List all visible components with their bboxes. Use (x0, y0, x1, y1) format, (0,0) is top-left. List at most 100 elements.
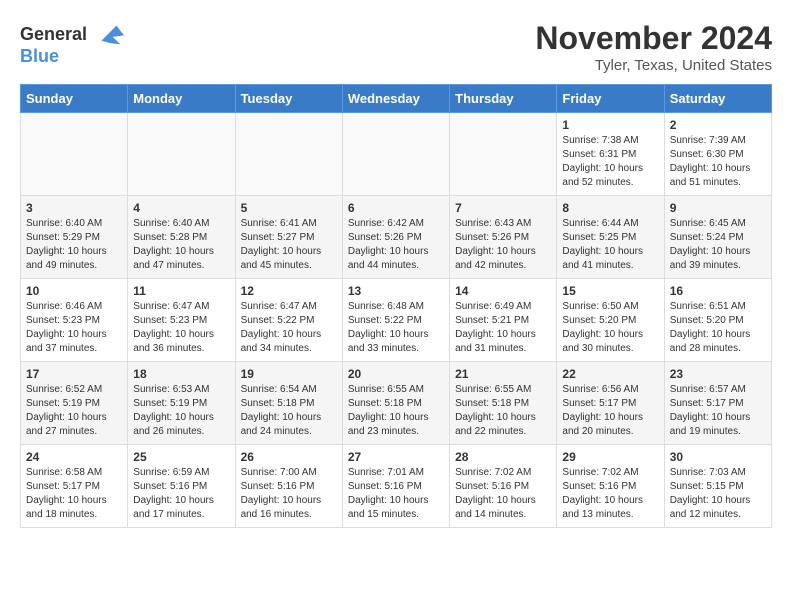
calendar-day-4: 4 Sunrise: 6:40 AM Sunset: 5:28 PM Daylig… (128, 196, 235, 279)
day-info: Sunrise: 6:55 AM Sunset: 5:18 PM Dayligh… (348, 383, 444, 439)
logo: General Blue (20, 20, 124, 67)
calendar-day-27: 27 Sunrise: 7:01 AM Sunset: 5:16 PM Dayli… (342, 445, 449, 528)
day-number: 27 (348, 450, 444, 464)
day-info: Sunrise: 6:53 AM Sunset: 5:19 PM Dayligh… (133, 383, 229, 439)
calendar-week-row: 3 Sunrise: 6:40 AM Sunset: 5:29 PM Daylig… (21, 196, 772, 279)
day-number: 7 (455, 201, 551, 215)
day-info: Sunrise: 6:58 AM Sunset: 5:17 PM Dayligh… (26, 466, 122, 522)
day-number: 1 (562, 118, 658, 132)
day-number: 25 (133, 450, 229, 464)
day-number: 23 (670, 367, 766, 381)
calendar-week-row: 24 Sunrise: 6:58 AM Sunset: 5:17 PM Dayli… (21, 445, 772, 528)
day-number: 15 (562, 284, 658, 298)
calendar-day-11: 11Sunrise: 6:47 AM Sunset: 5:23 PM Dayli… (128, 279, 235, 362)
calendar-day-6: 6 Sunrise: 6:42 AM Sunset: 5:26 PM Daylig… (342, 196, 449, 279)
day-number: 24 (26, 450, 122, 464)
calendar-week-row: 10 Sunrise: 6:46 AM Sunset: 5:23 PM Dayli… (21, 279, 772, 362)
calendar-day-16: 16 Sunrise: 6:51 AM Sunset: 5:20 PM Dayli… (664, 279, 771, 362)
day-info: Sunrise: 6:50 AM Sunset: 5:20 PM Dayligh… (562, 300, 658, 356)
day-number: 3 (26, 201, 122, 215)
day-info: Sunrise: 6:49 AM Sunset: 5:21 PM Dayligh… (455, 300, 551, 356)
calendar-day-15: 15 Sunrise: 6:50 AM Sunset: 5:20 PM Dayli… (557, 279, 664, 362)
calendar-day-21: 21 Sunrise: 6:55 AM Sunset: 5:18 PM Dayli… (450, 362, 557, 445)
day-info: Sunrise: 7:38 AM Sunset: 6:31 PM Dayligh… (562, 134, 658, 190)
calendar-day-28: 28Sunrise: 7:02 AM Sunset: 5:16 PM Dayli… (450, 445, 557, 528)
calendar-day-10: 10 Sunrise: 6:46 AM Sunset: 5:23 PM Dayli… (21, 279, 128, 362)
calendar-day-13: 13 Sunrise: 6:48 AM Sunset: 5:22 PM Dayli… (342, 279, 449, 362)
day-info: Sunrise: 7:00 AM Sunset: 5:16 PM Dayligh… (241, 466, 337, 522)
day-number: 18 (133, 367, 229, 381)
column-header-sunday: Sunday (21, 85, 128, 113)
day-info: Sunrise: 6:44 AM Sunset: 5:25 PM Dayligh… (562, 217, 658, 273)
day-number: 28 (455, 450, 551, 464)
day-info: Sunrise: 6:42 AM Sunset: 5:26 PM Dayligh… (348, 217, 444, 273)
calendar-day-1: 1 Sunrise: 7:38 AM Sunset: 6:31 PM Daylig… (557, 113, 664, 196)
day-info: Sunrise: 6:47 AM Sunset: 5:22 PM Dayligh… (241, 300, 337, 356)
day-number: 21 (455, 367, 551, 381)
calendar-day-8: 8Sunrise: 6:44 AM Sunset: 5:25 PM Daylig… (557, 196, 664, 279)
title-area: November 2024 Tyler, Texas, United State… (535, 20, 772, 74)
day-number: 9 (670, 201, 766, 215)
calendar-day-18: 18 Sunrise: 6:53 AM Sunset: 5:19 PM Dayli… (128, 362, 235, 445)
calendar-day-20: 20 Sunrise: 6:55 AM Sunset: 5:18 PM Dayli… (342, 362, 449, 445)
day-info: Sunrise: 6:54 AM Sunset: 5:18 PM Dayligh… (241, 383, 337, 439)
calendar-day-2: 2 Sunrise: 7:39 AM Sunset: 6:30 PM Daylig… (664, 113, 771, 196)
calendar-day-29: 29Sunrise: 7:02 AM Sunset: 5:16 PM Dayli… (557, 445, 664, 528)
day-info: Sunrise: 7:01 AM Sunset: 5:16 PM Dayligh… (348, 466, 444, 522)
day-number: 4 (133, 201, 229, 215)
calendar-day-26: 26Sunrise: 7:00 AM Sunset: 5:16 PM Dayli… (235, 445, 342, 528)
calendar-day-7: 7 Sunrise: 6:43 AM Sunset: 5:26 PM Daylig… (450, 196, 557, 279)
day-info: Sunrise: 6:56 AM Sunset: 5:17 PM Dayligh… (562, 383, 658, 439)
day-info: Sunrise: 7:03 AM Sunset: 5:15 PM Dayligh… (670, 466, 766, 522)
calendar-day-empty (128, 113, 235, 196)
location: Tyler, Texas, United States (535, 57, 772, 74)
day-info: Sunrise: 6:41 AM Sunset: 5:27 PM Dayligh… (241, 217, 337, 273)
calendar-day-9: 9Sunrise: 6:45 AM Sunset: 5:24 PM Daylig… (664, 196, 771, 279)
calendar-day-22: 22 Sunrise: 6:56 AM Sunset: 5:17 PM Dayli… (557, 362, 664, 445)
column-header-wednesday: Wednesday (342, 85, 449, 113)
day-number: 12 (241, 284, 337, 298)
calendar-day-25: 25Sunrise: 6:59 AM Sunset: 5:16 PM Dayli… (128, 445, 235, 528)
column-header-saturday: Saturday (664, 85, 771, 113)
day-number: 13 (348, 284, 444, 298)
day-info: Sunrise: 6:40 AM Sunset: 5:28 PM Dayligh… (133, 217, 229, 273)
day-info: Sunrise: 6:48 AM Sunset: 5:22 PM Dayligh… (348, 300, 444, 356)
column-header-friday: Friday (557, 85, 664, 113)
day-info: Sunrise: 6:46 AM Sunset: 5:23 PM Dayligh… (26, 300, 122, 356)
calendar-day-24: 24 Sunrise: 6:58 AM Sunset: 5:17 PM Dayli… (21, 445, 128, 528)
day-number: 22 (562, 367, 658, 381)
day-info: Sunrise: 6:43 AM Sunset: 5:26 PM Dayligh… (455, 217, 551, 273)
day-info: Sunrise: 6:52 AM Sunset: 5:19 PM Dayligh… (26, 383, 122, 439)
day-number: 20 (348, 367, 444, 381)
day-info: Sunrise: 6:40 AM Sunset: 5:29 PM Dayligh… (26, 217, 122, 273)
month-title: November 2024 (535, 20, 772, 57)
calendar-day-empty (342, 113, 449, 196)
day-number: 10 (26, 284, 122, 298)
calendar-day-empty (21, 113, 128, 196)
day-number: 16 (670, 284, 766, 298)
day-info: Sunrise: 6:55 AM Sunset: 5:18 PM Dayligh… (455, 383, 551, 439)
calendar-day-19: 19 Sunrise: 6:54 AM Sunset: 5:18 PM Dayli… (235, 362, 342, 445)
day-number: 6 (348, 201, 444, 215)
calendar-day-empty (235, 113, 342, 196)
column-header-tuesday: Tuesday (235, 85, 342, 113)
logo-line1: General (20, 24, 87, 44)
column-header-thursday: Thursday (450, 85, 557, 113)
column-header-monday: Monday (128, 85, 235, 113)
day-info: Sunrise: 6:57 AM Sunset: 5:17 PM Dayligh… (670, 383, 766, 439)
day-number: 19 (241, 367, 337, 381)
calendar-day-30: 30 Sunrise: 7:03 AM Sunset: 5:15 PM Dayli… (664, 445, 771, 528)
day-info: Sunrise: 6:51 AM Sunset: 5:20 PM Dayligh… (670, 300, 766, 356)
calendar-day-5: 5 Sunrise: 6:41 AM Sunset: 5:27 PM Daylig… (235, 196, 342, 279)
logo-bird-icon (94, 20, 124, 50)
page-header: General Blue November 2024 Tyler, Texas,… (20, 20, 772, 74)
day-info: Sunrise: 7:39 AM Sunset: 6:30 PM Dayligh… (670, 134, 766, 190)
day-number: 30 (670, 450, 766, 464)
calendar-day-14: 14Sunrise: 6:49 AM Sunset: 5:21 PM Dayli… (450, 279, 557, 362)
day-info: Sunrise: 7:02 AM Sunset: 5:16 PM Dayligh… (562, 466, 658, 522)
day-number: 5 (241, 201, 337, 215)
day-number: 2 (670, 118, 766, 132)
day-info: Sunrise: 6:47 AM Sunset: 5:23 PM Dayligh… (133, 300, 229, 356)
calendar-day-12: 12 Sunrise: 6:47 AM Sunset: 5:22 PM Dayli… (235, 279, 342, 362)
calendar-day-23: 23 Sunrise: 6:57 AM Sunset: 5:17 PM Dayli… (664, 362, 771, 445)
